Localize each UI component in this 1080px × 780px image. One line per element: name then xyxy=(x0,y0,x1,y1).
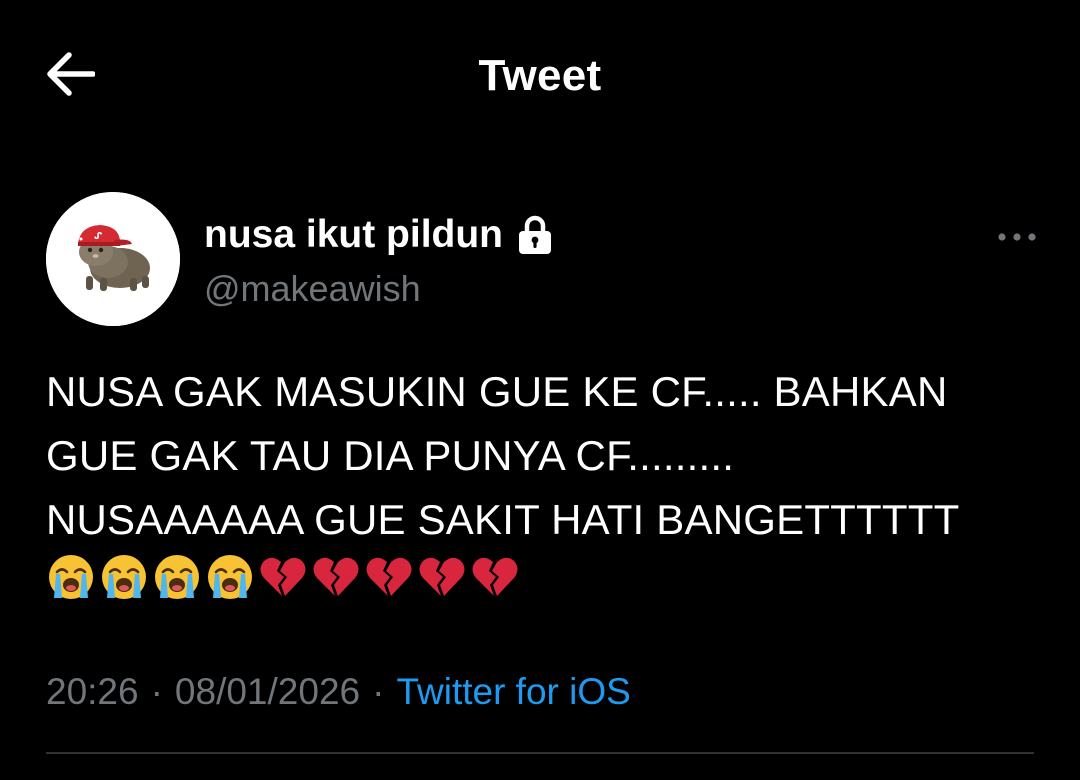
meta-separator: · xyxy=(372,671,385,712)
divider xyxy=(46,752,1034,754)
tweet-meta: 20:26 · 08/01/2026 · Twitter for iOS xyxy=(46,666,631,718)
cat-avatar-icon: ᔑ xyxy=(46,192,180,326)
broken-heart-emoji xyxy=(417,552,467,602)
lock-icon xyxy=(517,215,553,255)
loudly-crying-face-emoji xyxy=(205,552,255,602)
avatar[interactable]: ᔑ xyxy=(46,192,180,326)
tweet-source-link[interactable]: Twitter for iOS xyxy=(396,666,630,718)
broken-heart-emoji xyxy=(311,552,361,602)
display-name: nusa ikut pildun xyxy=(204,213,503,256)
meta-separator: · xyxy=(150,671,163,712)
more-horizontal-icon xyxy=(998,233,1036,241)
svg-text:ᔑ: ᔑ xyxy=(94,232,102,242)
tweet-date: 08/01/2026 xyxy=(174,671,361,712)
more-options-button[interactable] xyxy=(992,222,1042,252)
tweet-time: 20:26 xyxy=(46,671,139,712)
loudly-crying-face-emoji xyxy=(152,552,202,602)
loudly-crying-face-emoji xyxy=(46,552,96,602)
author-name-row[interactable]: nusa ikut pildun xyxy=(204,210,553,260)
loudly-crying-face-emoji xyxy=(99,552,149,602)
tweet-emoji-row xyxy=(46,552,523,602)
tweet-text: NUSA GAK MASUKIN GUE KE CF..... BAHKAN G… xyxy=(46,368,960,543)
user-handle[interactable]: @makeawish xyxy=(204,266,421,312)
tweet-detail: ᔑ nusa ikut pildun @makeawish NUSA GAK M… xyxy=(0,0,1080,780)
broken-heart-emoji xyxy=(364,552,414,602)
broken-heart-emoji xyxy=(258,552,308,602)
broken-heart-emoji xyxy=(470,552,520,602)
